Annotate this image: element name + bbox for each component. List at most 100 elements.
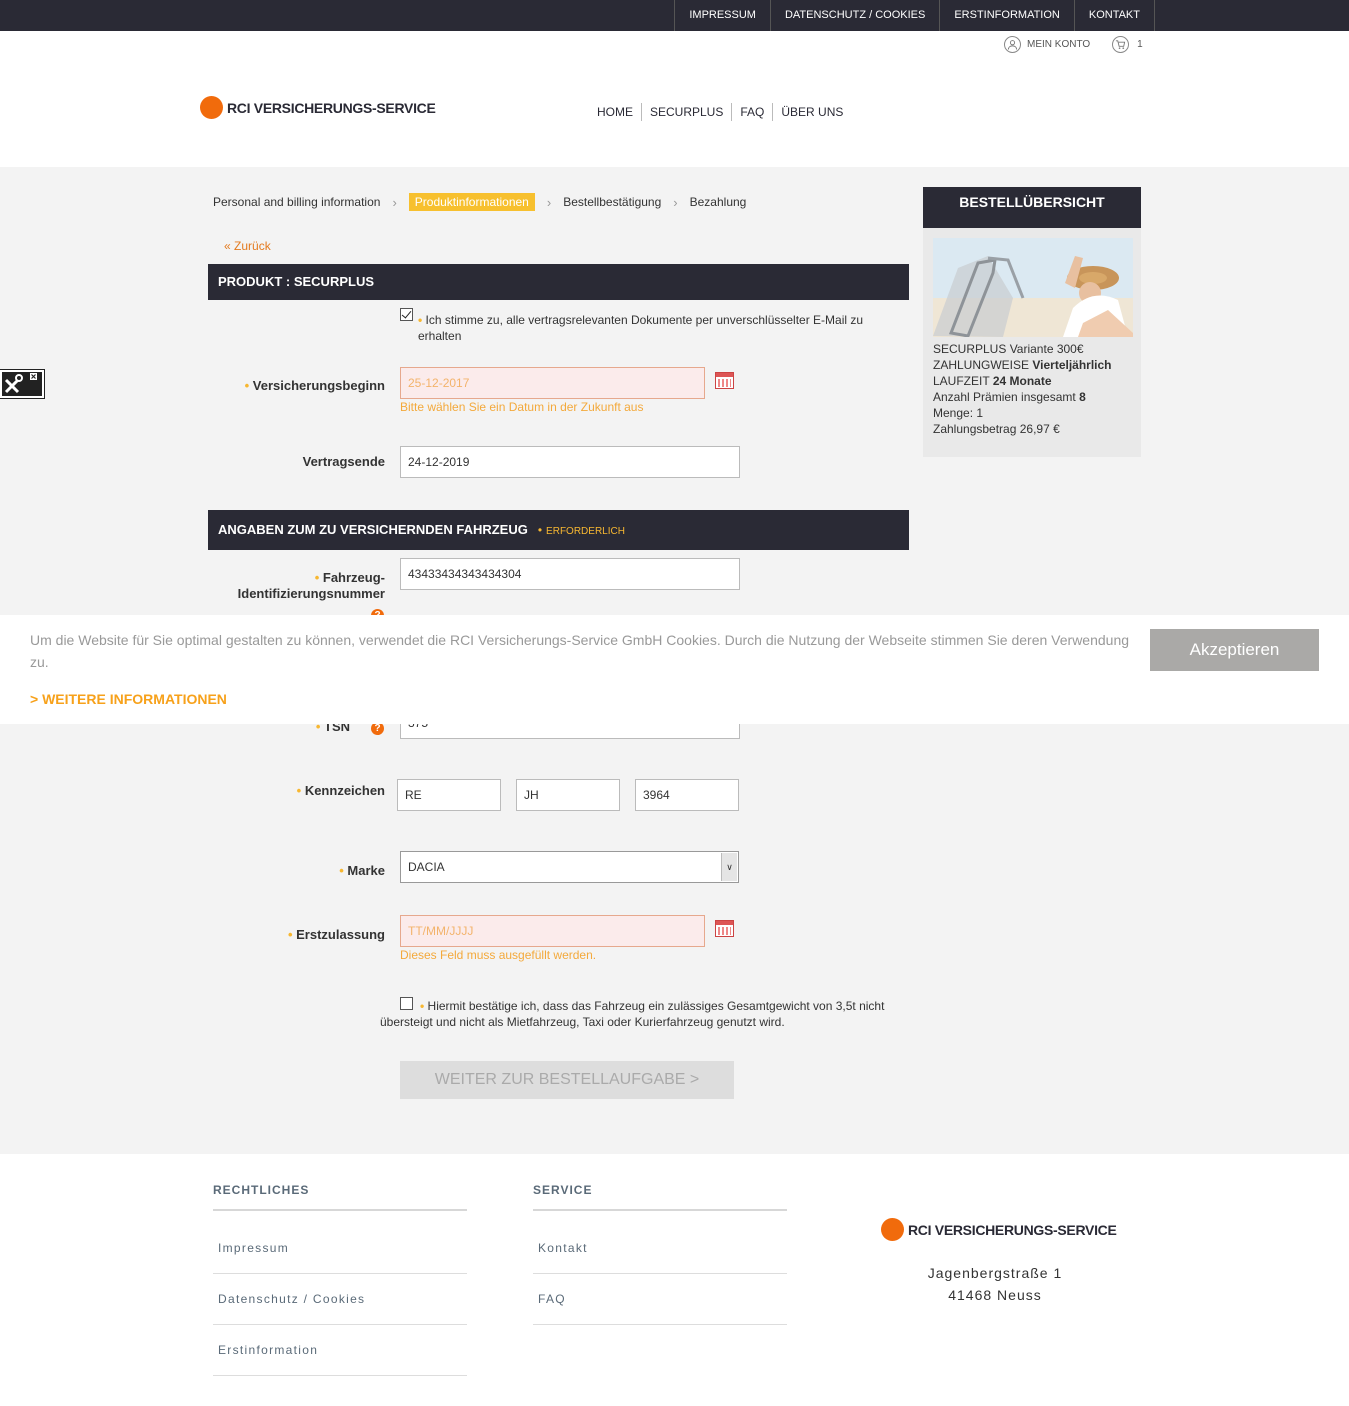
back-label: Zurück: [234, 239, 271, 253]
consent-checkbox[interactable]: [400, 308, 413, 321]
step-personal[interactable]: Personal and billing information: [213, 195, 380, 209]
footer-link-kontakt[interactable]: Kontakt: [538, 1241, 588, 1255]
footer-logo[interactable]: RCI VERSICHERUNGS-SERVICE: [881, 1218, 1117, 1241]
footer-divider: [533, 1273, 787, 1274]
erstzulassung-label: • Erstzulassung: [200, 927, 385, 943]
site-logo[interactable]: RCI VERSICHERUNGS-SERVICE: [200, 96, 436, 119]
topnav-erstinformation[interactable]: ERSTINFORMATION: [939, 0, 1074, 31]
kennzeichen-label: • Kennzeichen: [200, 783, 385, 799]
kennzeichen-part2-input[interactable]: JH: [516, 779, 620, 811]
submit-button[interactable]: WEITER ZUR BESTELLAUFGABE >: [400, 1061, 734, 1099]
footer-link-impressum[interactable]: Impressum: [218, 1241, 289, 1255]
tools-icon[interactable]: [0, 369, 45, 399]
kennzeichen-part3-input[interactable]: 3964: [635, 779, 739, 811]
topnav-kontakt[interactable]: KONTAKT: [1073, 0, 1155, 31]
versicherungsbeginn-label: • Versicherungsbeginn: [200, 378, 385, 394]
footer-divider: [213, 1375, 467, 1376]
order-overview-header: BESTELLÜBERSICHT: [923, 187, 1141, 228]
footer-address-city: 41468 Neuss: [948, 1287, 1042, 1303]
logo-dot-icon: [881, 1218, 904, 1241]
required-dot: •: [244, 378, 250, 393]
footer-divider: [213, 1273, 467, 1274]
overview-praemien: Anzahl Prämien insgesamt 8: [933, 389, 1112, 405]
double-chevron-left-icon: «: [224, 239, 231, 253]
cart-count[interactable]: 1: [1137, 39, 1143, 50]
footer-link-faq[interactable]: FAQ: [538, 1292, 566, 1306]
overview-betrag: Zahlungsbetrag 26,97 €: [933, 422, 1060, 436]
cookie-accept-button[interactable]: Akzeptieren: [1150, 629, 1319, 671]
required-note-text: ERFORDERLICH: [546, 526, 625, 537]
nav-home[interactable]: HOME: [589, 103, 641, 121]
required-dot: •: [537, 523, 543, 537]
footer-divider: [533, 1324, 787, 1325]
fin-input[interactable]: 43433434343434304: [400, 558, 740, 590]
marke-selected-value: DACIA: [408, 860, 445, 874]
section-fahrzeug-title: ANGABEN ZUM ZU VERSICHERNDEN FAHRZEUG: [218, 522, 528, 537]
weight-confirm-line2: übersteigt und nicht als Mietfahrzeug, T…: [380, 1015, 785, 1029]
footer-divider: [213, 1324, 467, 1325]
overview-zahlungsweise-value: Vierteljährlich: [1032, 358, 1112, 372]
step-bezahlung[interactable]: Bezahlung: [690, 195, 747, 209]
required-dot: •: [339, 863, 344, 878]
chevron-right-icon: ›: [392, 194, 397, 210]
nav-ueber-uns[interactable]: ÜBER UNS: [772, 103, 851, 121]
topnav-datenschutz[interactable]: DATENSCHUTZ / COOKIES: [769, 0, 939, 31]
footer-divider: [213, 1209, 467, 1211]
step-produktinformationen[interactable]: Produktinformationen: [408, 193, 535, 211]
overview-laufzeit: LAUFZEIT 24 Monate: [933, 373, 1112, 389]
chevron-down-icon[interactable]: ∨: [721, 853, 737, 881]
required-dot: •: [420, 999, 425, 1013]
section-produkt: PRODUKT : SECURPLUS: [208, 264, 909, 300]
overview-laufzeit-label: LAUFZEIT: [933, 374, 990, 388]
erstzulassung-error: Dieses Feld muss ausgefüllt werden.: [400, 948, 597, 962]
required-dot: •: [287, 927, 293, 942]
back-link[interactable]: « Zurück: [224, 239, 271, 253]
cart-icon[interactable]: [1112, 36, 1130, 53]
footer-divider: [533, 1209, 787, 1211]
erstzulassung-input[interactable]: TT/MM/JJJJ: [400, 915, 705, 947]
vertragsende-input[interactable]: 24-12-2019: [400, 446, 740, 478]
footer-service-title: SERVICE: [533, 1183, 593, 1197]
required-dot: •: [296, 783, 302, 798]
weight-confirm-text: • Hiermit bestätige ich, dass das Fahrze…: [380, 998, 910, 1030]
overview-zahlungsweise-label: ZAHLUNGWEISE: [933, 358, 1030, 372]
topnav-impressum[interactable]: IMPRESSUM: [674, 0, 770, 31]
vertragsende-label: Vertragsende: [302, 454, 385, 469]
overview-laufzeit-value: 24 Monate: [992, 374, 1052, 388]
footer-logo-text: RCI VERSICHERUNGS-SERVICE: [908, 1221, 1117, 1238]
cookie-more-info-link[interactable]: > WEITERE INFORMATIONEN: [30, 691, 227, 707]
versicherungsbeginn-input[interactable]: 25-12-2017: [400, 367, 705, 399]
marke-label-text: Marke: [347, 863, 385, 878]
kennzeichen-part1-input[interactable]: RE: [397, 779, 501, 811]
nav-securplus[interactable]: SECURPLUS: [641, 103, 731, 121]
versicherungsbeginn-label-text: Versicherungsbeginn: [252, 378, 385, 393]
chevron-right-icon: ›: [673, 194, 678, 210]
required-note: • ERFORDERLICH: [537, 523, 625, 537]
checkout-steps: Personal and billing information › Produ…: [213, 193, 746, 211]
calendar-icon[interactable]: [715, 372, 734, 389]
section-produkt-title: PRODUKT : SECURPLUS: [218, 274, 375, 289]
required-dot: •: [314, 570, 320, 585]
footer-link-datenschutz[interactable]: Datenschutz / Cookies: [218, 1292, 365, 1306]
nav-faq[interactable]: FAQ: [731, 103, 772, 121]
consent-text: • Ich stimme zu, alle vertragsrelevanten…: [418, 312, 898, 344]
top-nav: IMPRESSUM DATENSCHUTZ / COOKIES ERSTINFO…: [674, 0, 1155, 31]
overview-praemien-label: Anzahl Prämien insgesamt: [933, 390, 1076, 404]
kennzeichen-label-text: Kennzeichen: [304, 783, 385, 798]
marke-select[interactable]: DACIA ∨: [400, 851, 739, 883]
overview-product: SECURPLUS Variante 300€: [933, 342, 1084, 356]
cookie-banner: Um die Website für Sie optimal gestalten…: [0, 615, 1349, 724]
product-image: [933, 238, 1133, 337]
calendar-icon[interactable]: [715, 920, 734, 937]
chevron-right-icon: ›: [546, 194, 552, 210]
account-link[interactable]: MEIN KONTO: [1027, 39, 1090, 50]
erstzulassung-label-text: Erstzulassung: [296, 927, 385, 942]
main-nav: HOME SECURPLUS FAQ ÜBER UNS: [589, 103, 851, 121]
overview-zahlungsweise: ZAHLUNGWEISE Vierteljährlich: [933, 357, 1112, 373]
versicherungsbeginn-error: Bitte wählen Sie ein Datum in der Zukunf…: [400, 400, 644, 414]
fin-label: • Fahrzeug- Identifizierungsnummer: [200, 570, 385, 602]
fin-label-line2: Identifizierungsnummer: [237, 586, 385, 601]
footer-link-erstinformation[interactable]: Erstinformation: [218, 1343, 318, 1357]
step-bestellbestaetigung[interactable]: Bestellbestätigung: [563, 195, 661, 209]
user-icon[interactable]: [1004, 36, 1021, 53]
